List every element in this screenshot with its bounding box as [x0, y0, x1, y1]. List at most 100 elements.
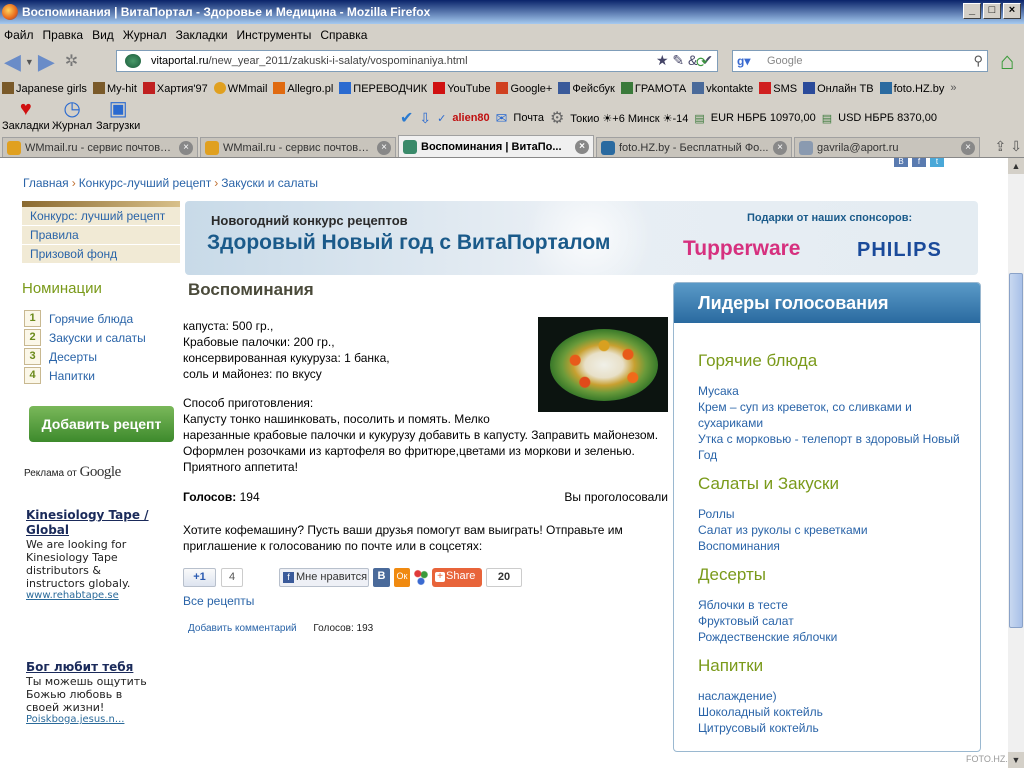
minimize-button[interactable]: _: [963, 3, 981, 19]
leader-item[interactable]: Роллы: [698, 506, 968, 522]
leader-item[interactable]: Яблочки в тесте: [698, 597, 968, 613]
dropdown-icon[interactable]: ✓: [437, 112, 446, 125]
bookmark-item[interactable]: YouTube: [433, 81, 490, 95]
leader-item[interactable]: Мусака: [698, 383, 968, 399]
menu-view[interactable]: Вид: [92, 28, 114, 42]
bookmark-item[interactable]: Фейсбук: [558, 81, 615, 95]
scroll-down-arrow-icon[interactable]: ▼: [1008, 752, 1024, 768]
vkontakte-icon[interactable]: В: [894, 158, 908, 167]
bookmark-item[interactable]: ПЕРЕВОДЧИК: [339, 81, 427, 95]
mymail-share-icon[interactable]: [413, 568, 429, 587]
menu-tools[interactable]: Инструменты: [237, 28, 312, 42]
nomination-item[interactable]: 3 Десерты: [24, 348, 97, 365]
bookmark-item[interactable]: My-hit: [92, 81, 137, 95]
tab-list-icon[interactable]: ⇪: [995, 138, 1007, 155]
menu-help[interactable]: Справка: [320, 28, 367, 42]
ad-url[interactable]: Poiskboga.jesus.n...: [26, 714, 156, 725]
all-recipes-link[interactable]: Все рецепты: [183, 594, 254, 608]
nomination-item[interactable]: 1 Горячие блюда: [24, 310, 133, 327]
maximize-button[interactable]: □: [983, 3, 1001, 19]
tab-wmmail-2[interactable]: WMmail.ru - сервис почтовых ... ×: [200, 137, 396, 157]
home-icon[interactable]: ⌂: [992, 49, 1022, 75]
bookmarks-sidebar-button[interactable]: ♥ Закладки: [2, 98, 50, 132]
left-menu-rules[interactable]: Правила: [22, 226, 180, 245]
vkontakte-share-button[interactable]: В: [373, 568, 390, 587]
reload-icon[interactable]: ⟳: [696, 54, 708, 71]
menu-file[interactable]: Файл: [4, 28, 34, 42]
bookmark-item[interactable]: Google+: [496, 81, 552, 95]
back-arrow-icon[interactable]: ◀: [4, 51, 21, 73]
ad-url[interactable]: www.rehabtape.se: [26, 590, 156, 601]
leader-item[interactable]: Салат из руколы с креветками: [698, 522, 968, 538]
tab-aport[interactable]: gavrila@aport.ru ×: [794, 137, 980, 157]
menu-history[interactable]: Журнал: [123, 28, 167, 42]
close-window-button[interactable]: ×: [1003, 3, 1021, 19]
bookmark-item[interactable]: Japanese girls: [2, 81, 87, 95]
close-tab-icon[interactable]: ×: [961, 140, 975, 155]
left-menu-contest[interactable]: Конкурс: лучший рецепт: [22, 207, 180, 226]
mail-label[interactable]: Почта: [513, 112, 544, 124]
leader-item[interactable]: Шоколадный коктейль: [698, 704, 968, 720]
close-tab-icon[interactable]: ×: [575, 139, 589, 154]
leader-item[interactable]: Рождественские яблочки: [698, 629, 968, 645]
odnoklassniki-share-button[interactable]: Ок: [394, 568, 410, 587]
nomination-item[interactable]: 2 Закуски и салаты: [24, 329, 146, 346]
twitter-icon[interactable]: t: [930, 158, 944, 167]
google-engine-icon[interactable]: g▾: [737, 54, 750, 68]
facebook-icon[interactable]: f: [912, 158, 926, 167]
tab-vitaportal[interactable]: Воспоминания | ВитаПо... ×: [398, 135, 594, 157]
leader-item[interactable]: наслаждение): [698, 688, 968, 704]
recipe-photo[interactable]: [538, 317, 668, 412]
breadcrumb-snacks[interactable]: Закуски и салаты: [221, 176, 318, 190]
facebook-like-button[interactable]: f Мне нравится: [279, 568, 369, 587]
bookmark-item[interactable]: SMS: [759, 81, 797, 95]
ad-title[interactable]: Бог любит тебя: [26, 660, 156, 675]
menu-bookmarks[interactable]: Закладки: [176, 28, 228, 42]
close-tab-icon[interactable]: ×: [773, 140, 787, 155]
bookmark-item[interactable]: Allegro.pl: [273, 81, 333, 95]
translate-icon[interactable]: ⇩: [419, 110, 431, 127]
search-icon[interactable]: ⚲: [973, 53, 983, 69]
bookmark-item[interactable]: WMmail: [213, 81, 267, 95]
nomination-item[interactable]: 4 Напитки: [24, 367, 95, 384]
add-recipe-button[interactable]: Добавить рецепт: [29, 406, 174, 442]
bookmark-item[interactable]: Хартия'97: [142, 81, 208, 95]
user-name[interactable]: alien80: [452, 112, 489, 124]
more-bookmarks-chevron-icon[interactable]: »: [950, 82, 956, 94]
bookmark-item[interactable]: foto.HZ.by: [879, 81, 944, 95]
leader-item[interactable]: Утка с морковью - телепорт в здоровый Но…: [698, 431, 968, 463]
left-menu-prizes[interactable]: Призовой фонд: [22, 245, 180, 264]
settings-gear-icon[interactable]: ⚙: [550, 108, 564, 128]
scroll-up-arrow-icon[interactable]: ▲: [1008, 158, 1024, 174]
leader-item[interactable]: Воспоминания: [698, 538, 968, 554]
download-arrow-icon[interactable]: ⇩: [1010, 138, 1022, 155]
tab-wmmail-1[interactable]: WMmail.ru - сервис почтовых ... ×: [2, 137, 198, 157]
bookmark-item[interactable]: ГРАМОТА: [620, 81, 686, 95]
scrollbar-thumb[interactable]: [1009, 273, 1023, 628]
add-comment-link[interactable]: Добавить комментарий: [188, 623, 297, 634]
close-tab-icon[interactable]: ×: [179, 140, 193, 155]
leader-item[interactable]: Фруктовый салат: [698, 613, 968, 629]
close-tab-icon[interactable]: ×: [377, 140, 391, 155]
page-scrollbar[interactable]: ▲ ▼: [1008, 158, 1024, 768]
leader-item[interactable]: Крем – суп из креветок, со сливками и су…: [698, 399, 968, 431]
spellcheck-icon[interactable]: ✔: [400, 108, 413, 128]
google-plus-one-button[interactable]: +1: [183, 568, 216, 587]
downloads-button[interactable]: ▣ Загрузки: [96, 98, 140, 132]
mail-icon[interactable]: ✉: [496, 110, 508, 127]
history-dropdown-icon[interactable]: ▼: [25, 51, 34, 73]
bookmark-item[interactable]: Онлайн ТВ: [803, 81, 874, 95]
leader-item[interactable]: Цитрусовый коктейль: [698, 720, 968, 736]
search-input[interactable]: g▾ Google ⚲: [732, 50, 988, 72]
tools-gear-icon[interactable]: ✲: [65, 51, 78, 73]
share-button[interactable]: + Share: [432, 568, 482, 587]
history-sidebar-button[interactable]: ◷ Журнал: [52, 98, 92, 132]
bookmark-item[interactable]: vkontakte: [692, 81, 753, 95]
tab-fotohz[interactable]: foto.HZ.by - Бесплатный Фо... ×: [596, 137, 792, 157]
breadcrumb-contest[interactable]: Конкурс-лучший рецепт: [79, 176, 212, 190]
contest-banner[interactable]: Новогодний конкурс рецептов Здоровый Нов…: [185, 201, 978, 275]
menu-edit[interactable]: Правка: [43, 28, 84, 42]
forward-arrow-icon[interactable]: ▶: [38, 51, 55, 73]
breadcrumb-home[interactable]: Главная: [23, 176, 69, 190]
ad-title[interactable]: Kinesiology Tape / Global: [26, 508, 156, 538]
